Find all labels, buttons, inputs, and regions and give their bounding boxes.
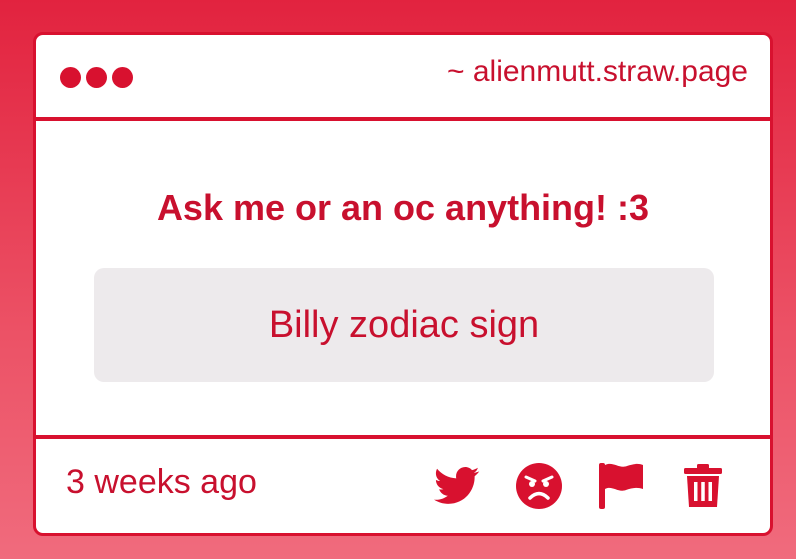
angry-face-icon — [516, 463, 562, 509]
question-card: ~ alienmutt.straw.page Ask me or an oc a… — [33, 32, 773, 536]
window-titlebar: ~ alienmutt.straw.page — [36, 35, 770, 121]
window-dot — [86, 67, 107, 88]
timestamp: 3 weeks ago — [66, 463, 257, 501]
page-url[interactable]: ~ alienmutt.straw.page — [447, 55, 748, 89]
trash-icon — [684, 464, 722, 507]
card-footer: 3 weeks ago — [36, 435, 770, 533]
page-title: Ask me or an oc anything! :3 — [156, 187, 650, 228]
window-dot — [112, 67, 133, 88]
action-bar — [432, 461, 728, 511]
react-angry-button[interactable] — [514, 461, 564, 511]
window-dot — [60, 67, 81, 88]
report-button[interactable] — [596, 461, 646, 511]
delete-button[interactable] — [678, 461, 728, 511]
question-box: Billy zodiac sign — [94, 268, 714, 382]
question-text: Billy zodiac sign — [268, 303, 540, 346]
window-dots — [60, 67, 133, 88]
twitter-bird-icon — [434, 467, 480, 504]
flag-icon — [599, 463, 643, 509]
question-content: Ask me or an oc anything! :3 Billy zodia… — [36, 121, 770, 435]
twitter-share-button[interactable] — [432, 461, 482, 511]
